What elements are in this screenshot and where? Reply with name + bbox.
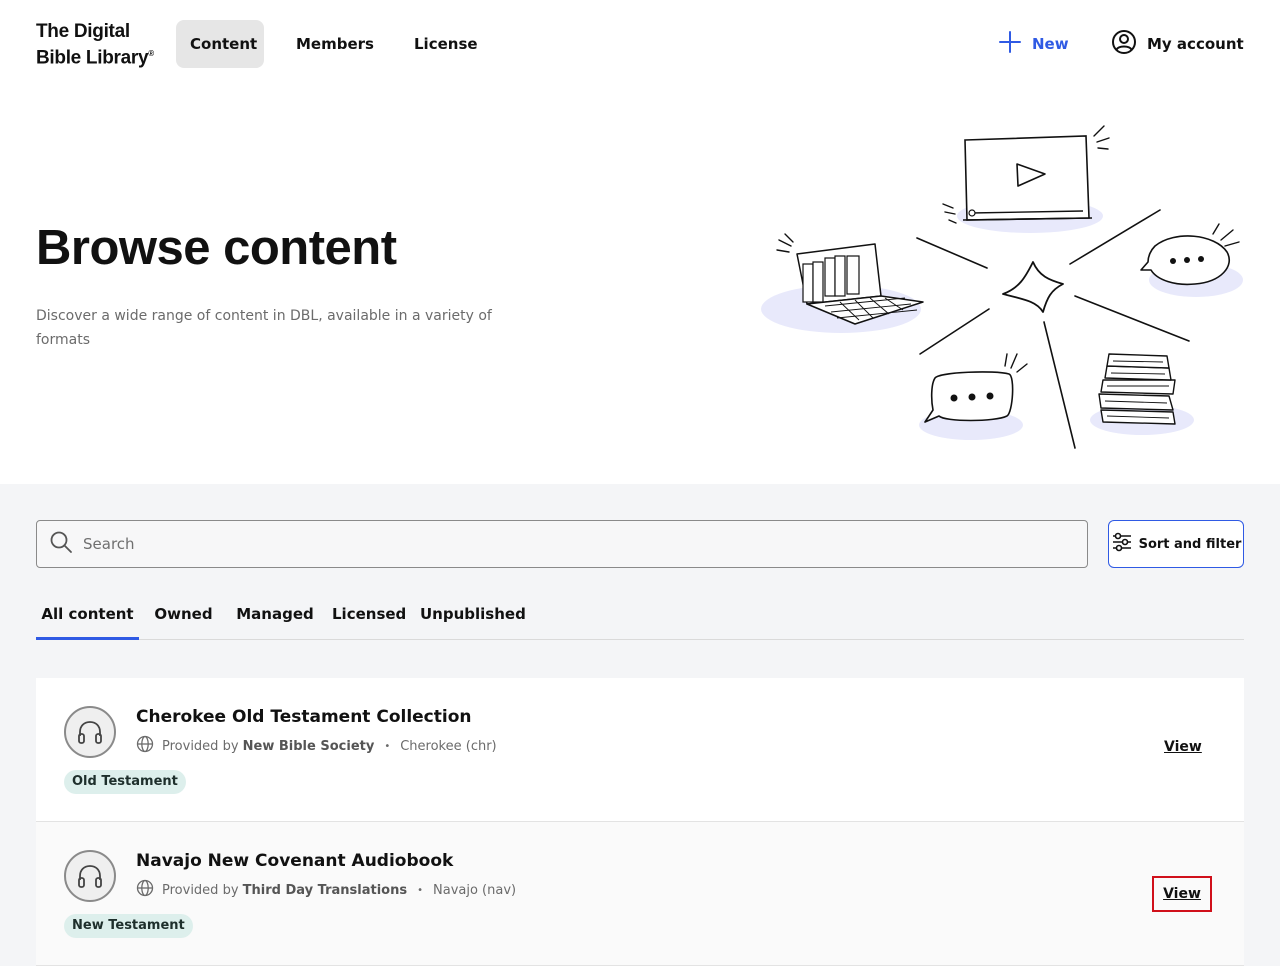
nav-license[interactable]: License	[400, 20, 482, 68]
search-input[interactable]	[83, 535, 1043, 553]
item-meta: Provided by Third Day Translations • Nav…	[136, 879, 517, 901]
sort-and-filter-label: Sort and filter	[1138, 536, 1242, 552]
tab-unpublished[interactable]: Unpublished	[420, 592, 526, 640]
list-item: Cherokee Old Testament Collection Provid…	[36, 678, 1244, 822]
tab-managed[interactable]: Managed	[235, 592, 315, 640]
view-link[interactable]: View	[1164, 739, 1202, 755]
new-button-label: New	[1032, 35, 1069, 53]
item-title: Cherokee Old Testament Collection	[136, 707, 472, 727]
tab-all-content[interactable]: All content	[36, 592, 139, 640]
item-title: Navajo New Covenant Audiobook	[136, 851, 454, 871]
dbl-logo[interactable]: The Digital Bible Library®	[36, 21, 154, 69]
headphones-icon	[64, 850, 116, 902]
scope-badge: Old Testament	[64, 770, 186, 794]
sort-and-filter-button[interactable]: Sort and filter	[1108, 520, 1244, 568]
item-meta: Provided by New Bible Society • Cherokee…	[136, 735, 497, 757]
page-subtitle: Discover a wide range of content in DBL,…	[36, 308, 492, 348]
content-types-illustration	[755, 118, 1255, 458]
user-circle-icon	[1111, 29, 1137, 59]
new-button[interactable]: New	[998, 30, 1069, 58]
logo-line-2: Bible Library	[36, 47, 149, 69]
provided-by-label: Provided by	[162, 882, 239, 898]
meta-separator: •	[417, 884, 423, 896]
globe-icon	[136, 879, 154, 901]
provided-by-label: Provided by	[162, 738, 239, 754]
scope-badge: New Testament	[64, 914, 193, 938]
top-header: The Digital Bible Library® Content Membe…	[0, 0, 1280, 88]
language-label: Navajo (nav)	[433, 882, 517, 898]
view-link[interactable]: View	[1152, 876, 1212, 912]
tab-owned[interactable]: Owned	[151, 592, 216, 640]
globe-icon	[136, 735, 154, 757]
my-account-button[interactable]: My account	[1111, 30, 1244, 58]
list-item: Navajo New Covenant Audiobook Provided b…	[36, 822, 1244, 966]
registered-mark: ®	[148, 49, 154, 58]
provider-name: New Bible Society	[242, 738, 375, 754]
search-icon	[49, 530, 73, 558]
headphones-icon	[64, 706, 116, 758]
nav-content[interactable]: Content	[176, 20, 264, 68]
provider-name: Third Day Translations	[242, 882, 408, 898]
page-title: Browse content	[36, 221, 397, 275]
plus-icon	[998, 30, 1022, 58]
search-field[interactable]	[36, 520, 1088, 568]
sliders-icon	[1111, 531, 1133, 557]
tab-licensed[interactable]: Licensed	[332, 592, 406, 640]
my-account-label: My account	[1147, 35, 1244, 53]
content-tabs: All content Owned Managed Licensed Unpub…	[36, 592, 1244, 640]
logo-line-1: The Digital	[36, 21, 130, 42]
nav-members[interactable]: Members	[282, 20, 378, 68]
meta-separator: •	[384, 740, 391, 752]
language-label: Cherokee (chr)	[400, 738, 497, 754]
